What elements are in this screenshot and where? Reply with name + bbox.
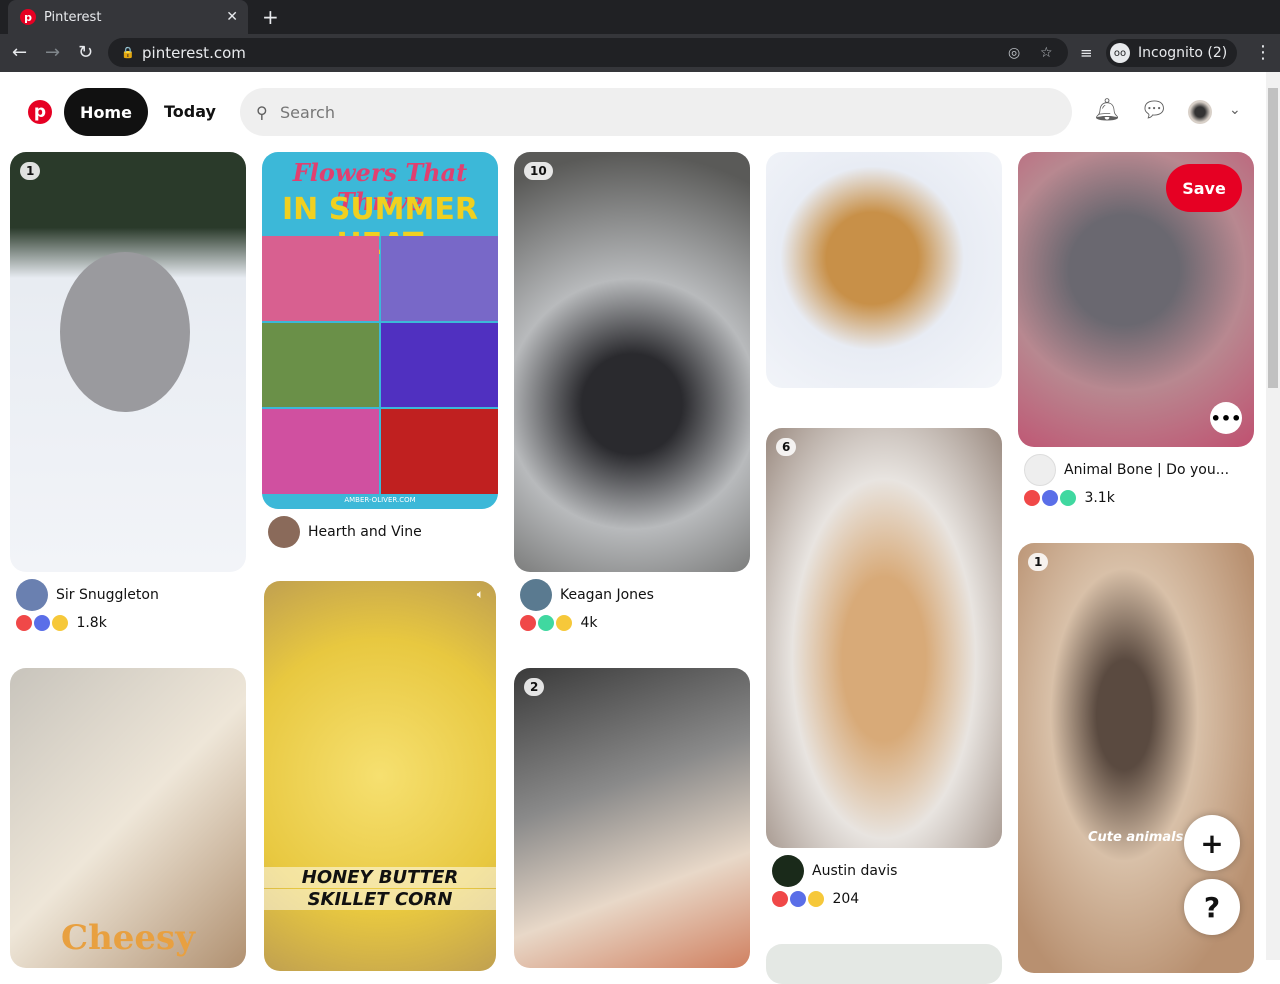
home-button[interactable]: Home	[64, 88, 148, 136]
save-button[interactable]: Save	[1166, 164, 1242, 212]
pin-kitten[interactable]: Save •••	[1018, 152, 1254, 447]
create-pin-button[interactable]: +	[1184, 815, 1240, 871]
pin-reactions: 3.1k	[1024, 490, 1115, 506]
search-input[interactable]: ⚲ Search	[240, 88, 1072, 136]
author-name: Keagan Jones	[560, 587, 654, 603]
tab-bar: p Pinterest ✕ +	[0, 0, 1280, 34]
pin-reactions: 1.8k	[16, 615, 107, 631]
pinterest-favicon-icon: p	[20, 9, 36, 25]
tab-title: Pinterest	[44, 9, 102, 25]
pin-author[interactable]: Austin davis	[772, 855, 897, 887]
media-queue-icon[interactable]: ≡	[1080, 44, 1093, 62]
pin-dalmatian[interactable]: 2	[514, 668, 750, 968]
pin-count-badge: 2	[524, 678, 545, 696]
menu-icon[interactable]: ⋮	[1254, 42, 1272, 63]
reaction-count: 3.1k	[1084, 490, 1115, 506]
incognito-icon: oo	[1110, 43, 1130, 63]
address-bar[interactable]: 🔒 pinterest.com ◎ ☆	[108, 38, 1068, 67]
pin-calf[interactable]: 10	[514, 152, 750, 572]
more-options-icon[interactable]: •••	[1210, 402, 1242, 434]
author-avatar	[520, 579, 552, 611]
tab-pinterest[interactable]: p Pinterest ✕	[8, 0, 248, 34]
pin-image	[60, 252, 190, 412]
pin-count-badge: 10	[524, 162, 553, 180]
messages-icon[interactable]: 💬︎	[1140, 98, 1168, 123]
pin-cheesy[interactable]: Cheesy	[10, 668, 246, 968]
author-avatar	[772, 855, 804, 887]
author-name: Austin davis	[812, 863, 898, 879]
volume-icon[interactable]: 🔈︎	[477, 587, 484, 602]
pin-author[interactable]: Hearth and Vine	[268, 516, 422, 548]
pin-overlay-text: HONEY BUTTER	[264, 867, 496, 888]
author-name: Hearth and Vine	[308, 524, 422, 540]
notifications-bell-icon[interactable]: 🔔︎	[1093, 98, 1121, 123]
chevron-down-icon[interactable]: ⌄	[1229, 102, 1241, 118]
reaction-count: 4k	[580, 615, 598, 631]
help-button[interactable]: ?	[1184, 879, 1240, 935]
reload-icon[interactable]: ↻	[78, 42, 93, 63]
pin-count-badge: 1	[20, 162, 41, 180]
forward-icon[interactable]: →	[45, 42, 60, 63]
incognito-label: Incognito (2)	[1138, 45, 1228, 61]
search-placeholder: Search	[280, 102, 335, 122]
url-text: pinterest.com	[142, 43, 246, 62]
pin-corn[interactable]: 🔈︎ HONEY BUTTER SKILLET CORN	[264, 581, 496, 971]
author-avatar	[16, 579, 48, 611]
bookmark-star-icon[interactable]: ☆	[1040, 45, 1053, 61]
pin-watermark: AMBER-OLIVER.COM	[344, 496, 416, 504]
scrollbar-thumb[interactable]	[1268, 88, 1278, 388]
pinterest-logo-icon[interactable]: p	[28, 100, 52, 124]
new-tab-icon[interactable]: +	[262, 5, 279, 29]
browser-toolbar: ← → ↻ 🔒 pinterest.com ◎ ☆ ≡ oo Incognito…	[0, 34, 1280, 72]
pin-author[interactable]: Animal Bone | Do you...	[1024, 454, 1229, 486]
author-avatar	[268, 516, 300, 548]
reaction-count: 1.8k	[76, 615, 107, 631]
pin-author[interactable]: Keagan Jones	[520, 579, 654, 611]
pin-bunny[interactable]: 1	[10, 152, 246, 572]
pin-reactions: 4k	[520, 615, 597, 631]
pin-golden-puppy-snow[interactable]	[766, 152, 1002, 388]
author-name: Sir Snuggleton	[56, 587, 159, 603]
pin-puppy[interactable]: 6	[766, 428, 1002, 848]
pin-overlay-text: SKILLET CORN	[264, 889, 496, 910]
pinterest-header: p Home Today ⚲ Search 🔔︎ 💬︎ ⌄	[0, 72, 1266, 152]
search-icon: ⚲	[256, 102, 268, 122]
tracking-blocked-icon[interactable]: ◎	[1008, 45, 1020, 61]
author-avatar	[1024, 454, 1056, 486]
reaction-count: 204	[832, 891, 860, 907]
pin-flowers[interactable]: Flowers That Thrive IN SUMMER HEAT AMBER…	[262, 152, 498, 509]
pin-next[interactable]	[766, 944, 1002, 984]
today-button[interactable]: Today	[164, 102, 216, 121]
pin-author[interactable]: Sir Snuggleton	[16, 579, 159, 611]
close-tab-icon[interactable]: ✕	[226, 9, 238, 25]
scrollbar[interactable]	[1266, 72, 1280, 960]
lock-icon: 🔒	[121, 46, 135, 59]
author-name: Animal Bone | Do you...	[1064, 462, 1230, 478]
back-icon[interactable]: ←	[12, 42, 27, 63]
pin-overlay-text: Cute animals	[1088, 830, 1184, 845]
incognito-button[interactable]: oo Incognito (2)	[1106, 39, 1238, 67]
pin-count-badge: 1	[1028, 553, 1049, 571]
pin-overlay-text: Cheesy	[61, 918, 195, 958]
pin-reactions: 204	[772, 891, 859, 907]
pin-count-badge: 6	[776, 438, 797, 456]
profile-avatar[interactable]	[1188, 100, 1212, 124]
pin-image-grid	[262, 236, 498, 494]
